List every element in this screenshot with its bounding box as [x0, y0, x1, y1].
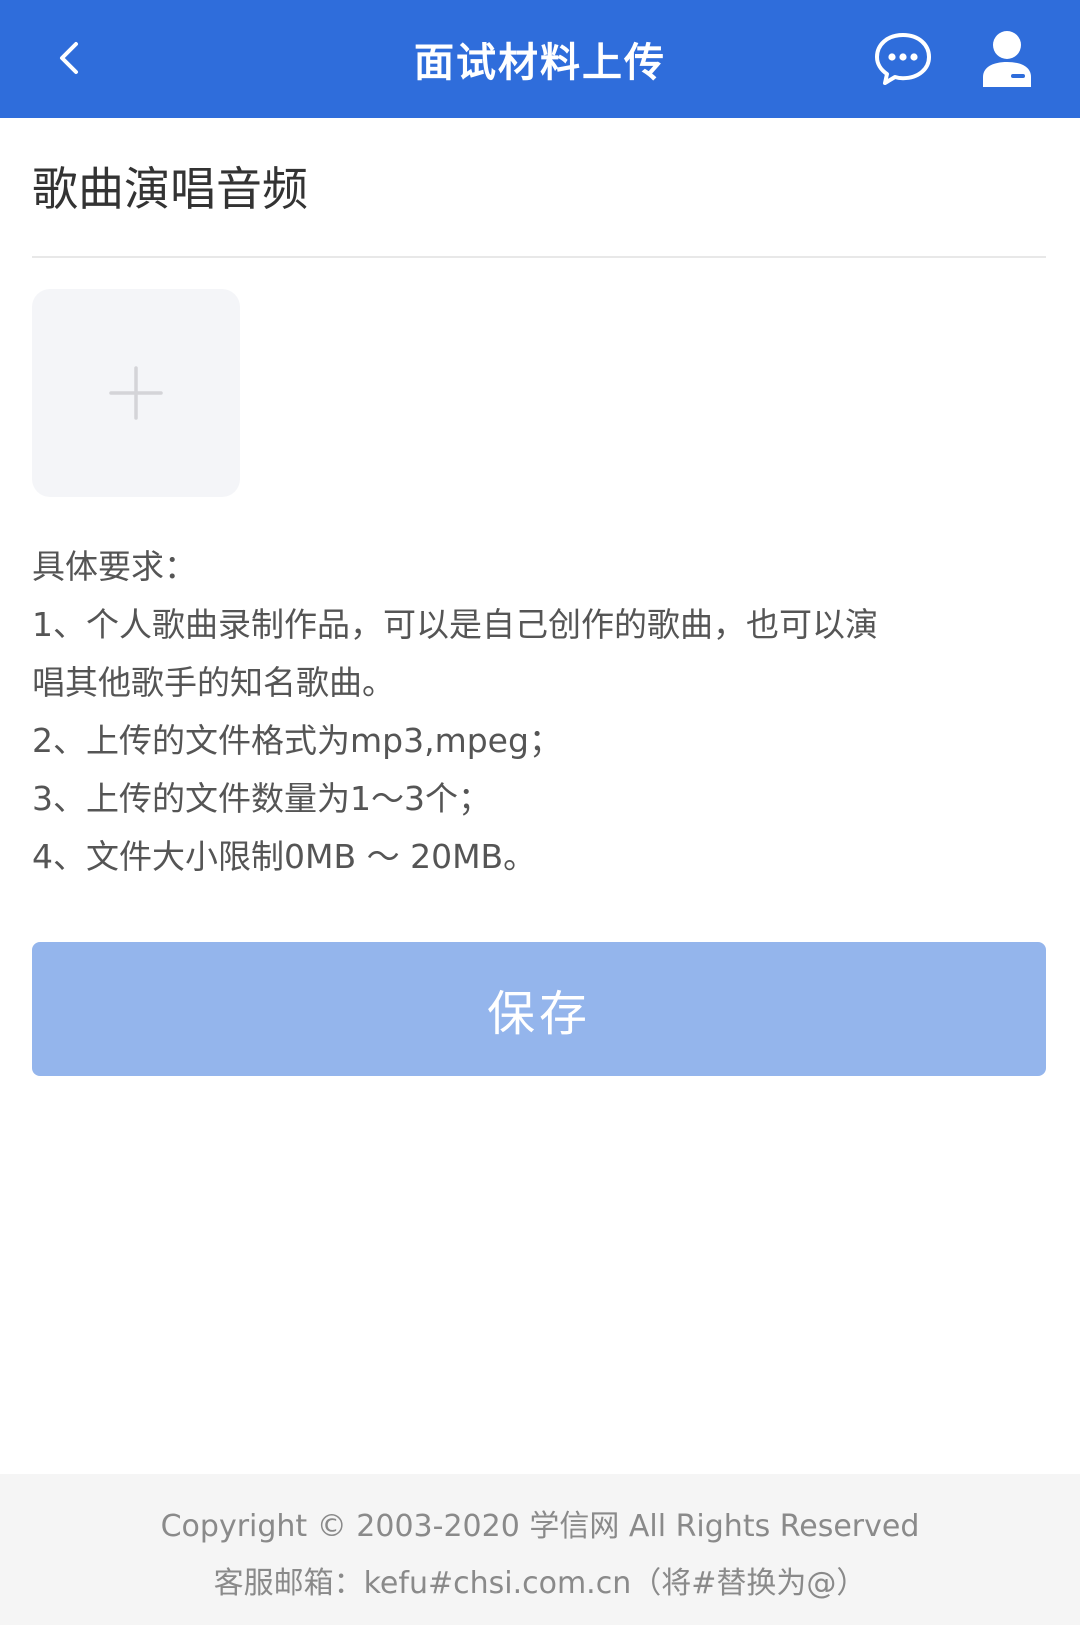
- requirement-line: 3、上传的文件数量为1～3个；: [32, 779, 491, 818]
- support-email-text: 客服邮箱：kefu#chsi.com.cn（将#替换为@）: [213, 1566, 867, 1601]
- page-title: 面试材料上传: [414, 40, 666, 86]
- message-button[interactable]: [872, 30, 934, 88]
- requirements-heading: 具体要求：: [32, 547, 197, 586]
- section-title: 歌曲演唱音频: [32, 162, 308, 216]
- plus-icon: [109, 366, 163, 420]
- chat-bubble-icon: [875, 33, 931, 85]
- user-icon: [983, 31, 1031, 87]
- chevron-left-icon: [60, 42, 78, 74]
- requirement-line: 4、文件大小限制0MB ～ 20MB。: [32, 837, 537, 876]
- user-button[interactable]: [978, 28, 1036, 90]
- requirement-line: 2、上传的文件格式为mp3,mpeg；: [32, 721, 562, 760]
- upload-button[interactable]: [32, 289, 240, 497]
- divider: [32, 256, 1046, 258]
- footer: Copyright © 2003-2020 学信网 All Rights Res…: [0, 1474, 1080, 1625]
- top-nav-bar: 面试材料上传: [0, 0, 1080, 118]
- save-button[interactable]: 保存: [32, 942, 1046, 1076]
- back-button[interactable]: [36, 26, 100, 90]
- requirements-text: 具体要求： 1、个人歌曲录制作品，可以是自己创作的歌曲，也可以演 唱其他歌手的知…: [32, 538, 1052, 886]
- requirement-line: 1、个人歌曲录制作品，可以是自己创作的歌曲，也可以演: [32, 605, 878, 644]
- copyright-text: Copyright © 2003-2020 学信网 All Rights Res…: [160, 1509, 920, 1544]
- requirement-line: 唱其他歌手的知名歌曲。: [32, 663, 395, 702]
